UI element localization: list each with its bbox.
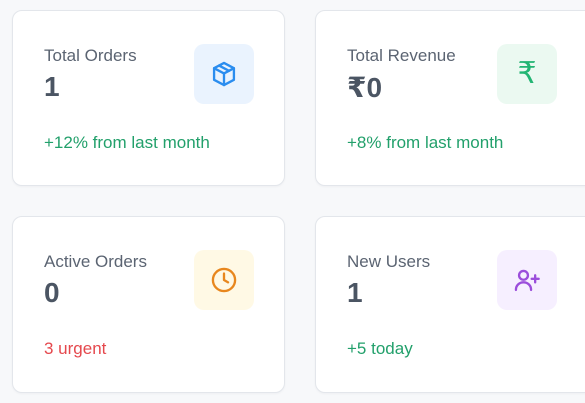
clock-icon: [211, 267, 237, 293]
card-trend: +5 today: [347, 339, 413, 358]
card-trend: +8% from last month: [347, 133, 504, 152]
icon-box: ₹: [497, 44, 557, 104]
rupee-icon: ₹: [517, 57, 537, 90]
card-title: Active Orders: [44, 252, 147, 271]
card-value: ₹0: [347, 72, 383, 103]
user-plus-icon: [514, 269, 540, 292]
card-value: 1: [44, 71, 60, 102]
card-title: Total Orders: [44, 46, 137, 65]
icon-box: [497, 250, 557, 310]
card-title: New Users: [347, 252, 431, 271]
card-trend: +12% from last month: [44, 133, 210, 152]
stat-card-new-users: New Users 1 +5 today: [315, 216, 585, 393]
card-value: 0: [44, 277, 60, 308]
card-trend: 3 urgent: [44, 339, 107, 358]
card-title: Total Revenue: [347, 46, 456, 65]
icon-box: [194, 250, 254, 310]
icon-box: [194, 44, 254, 104]
stat-card-total-orders: Total Orders 1 +12% from last month: [12, 10, 285, 186]
package-icon: [212, 61, 236, 87]
stat-card-active-orders: Active Orders 0 3 urgent: [12, 216, 285, 393]
card-value: 1: [347, 277, 363, 308]
stat-card-total-revenue: Total Revenue ₹0 ₹ +8% from last month: [315, 10, 585, 186]
